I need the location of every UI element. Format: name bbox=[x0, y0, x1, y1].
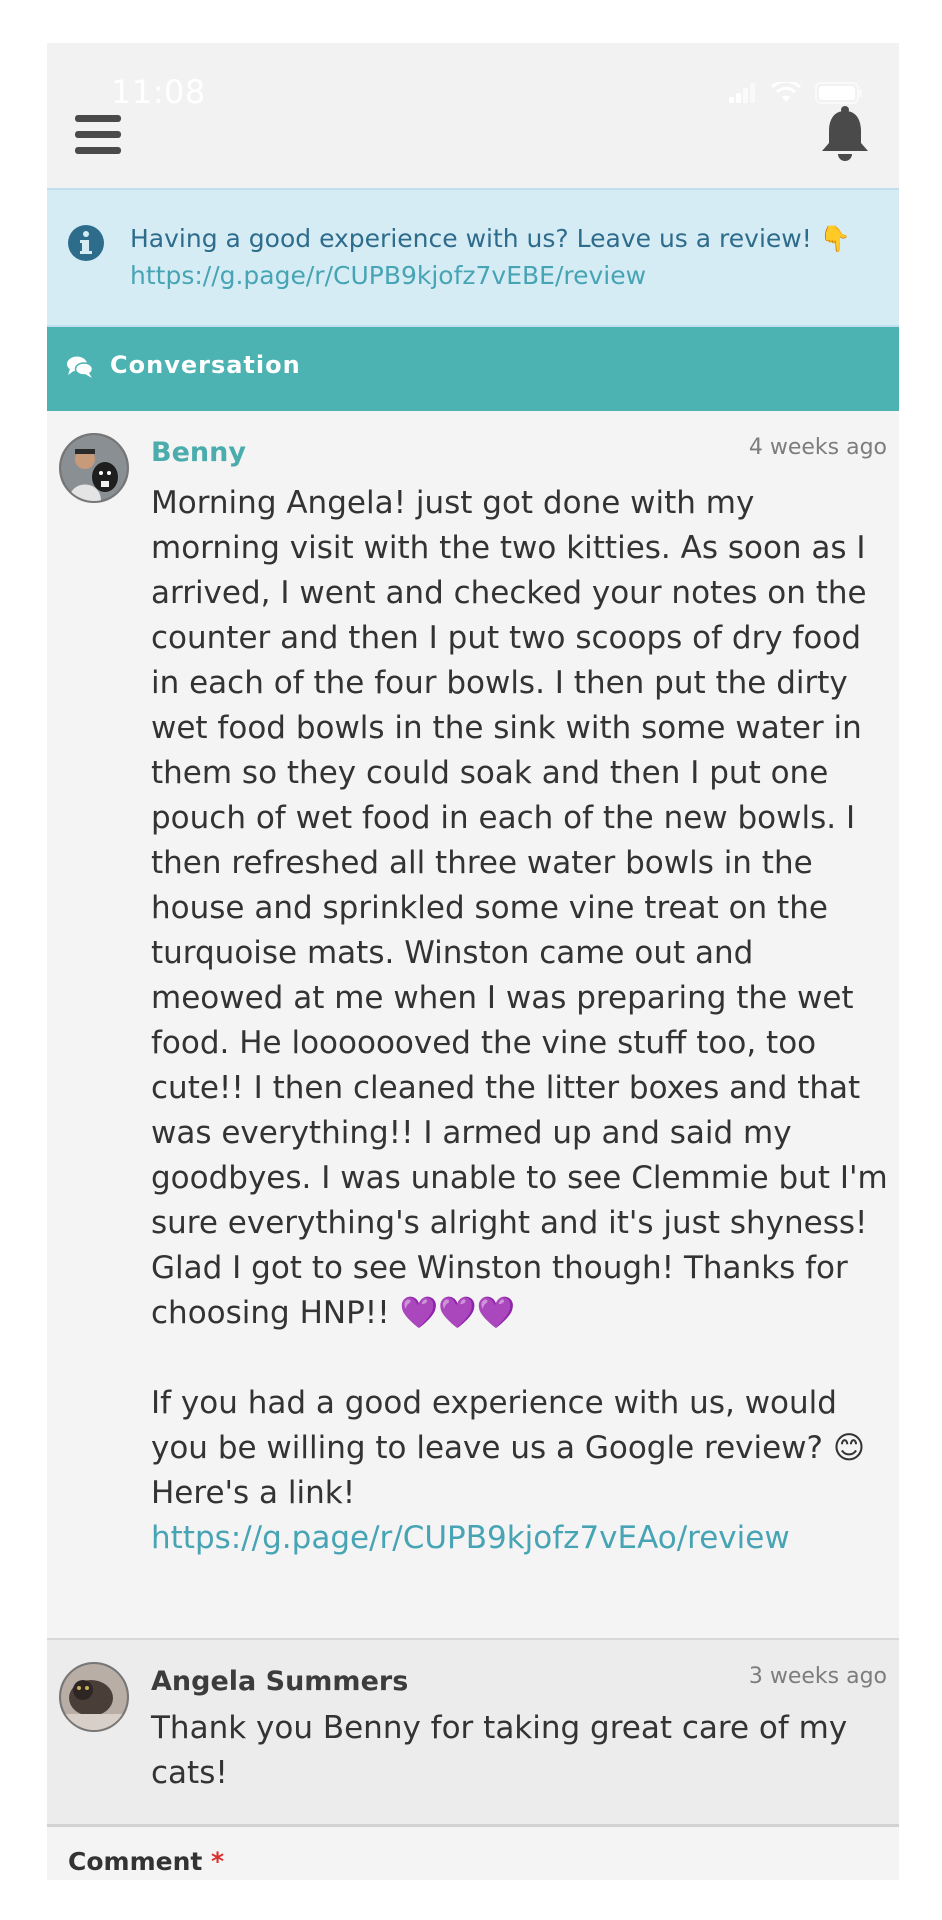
message-time: 4 weeks ago bbox=[748, 435, 887, 460]
avatar bbox=[59, 1662, 129, 1732]
message-item: Benny 4 weeks ago Morning Angela! just g… bbox=[47, 411, 899, 1638]
message-author: Benny bbox=[151, 437, 246, 468]
alert-message: Having a good experience with us? Leave … bbox=[130, 220, 851, 294]
review-link[interactable]: https://g.page/r/CUPB9kjofz7vEAo/review bbox=[151, 1516, 891, 1561]
info-icon bbox=[68, 225, 104, 261]
conversation-title: Conversation bbox=[110, 351, 301, 379]
bell-icon[interactable] bbox=[819, 105, 871, 161]
review-alert: Having a good experience with us? Leave … bbox=[47, 188, 899, 327]
status-time: 11:08 bbox=[111, 73, 206, 111]
comment-label: Comment * bbox=[68, 1847, 224, 1876]
message-author: Angela Summers bbox=[151, 1666, 409, 1697]
alert-text: Having a good experience with us? Leave … bbox=[130, 224, 851, 253]
avatar-image bbox=[61, 1664, 127, 1730]
required-marker: * bbox=[211, 1847, 225, 1876]
signal-icon bbox=[729, 83, 755, 103]
message-text: Morning Angela! just got done with my mo… bbox=[151, 485, 888, 1511]
app-frame: 11:08 Having a good experience with us? … bbox=[47, 43, 899, 1880]
comments-icon bbox=[67, 356, 93, 378]
conversation-header: Conversation bbox=[47, 327, 899, 411]
status-icons bbox=[729, 81, 863, 105]
wifi-icon bbox=[771, 82, 801, 102]
avatar-image bbox=[61, 435, 127, 501]
top-bar: 11:08 bbox=[47, 43, 899, 188]
message-time: 3 weeks ago bbox=[748, 1664, 887, 1689]
alert-review-link[interactable]: https://g.page/r/CUPB9kjofz7vEBE/review bbox=[130, 257, 851, 294]
message-body: Morning Angela! just got done with my mo… bbox=[151, 481, 891, 1561]
message-body: Thank you Benny for taking great care of… bbox=[151, 1710, 858, 1791]
avatar bbox=[59, 433, 129, 503]
battery-icon bbox=[815, 82, 862, 104]
hamburger-menu-icon[interactable] bbox=[75, 115, 121, 155]
comment-label-text: Comment bbox=[68, 1847, 203, 1876]
comment-section: Comment * bbox=[47, 1827, 899, 1880]
message-item: Angela Summers 3 weeks ago Thank you Ben… bbox=[47, 1638, 899, 1827]
